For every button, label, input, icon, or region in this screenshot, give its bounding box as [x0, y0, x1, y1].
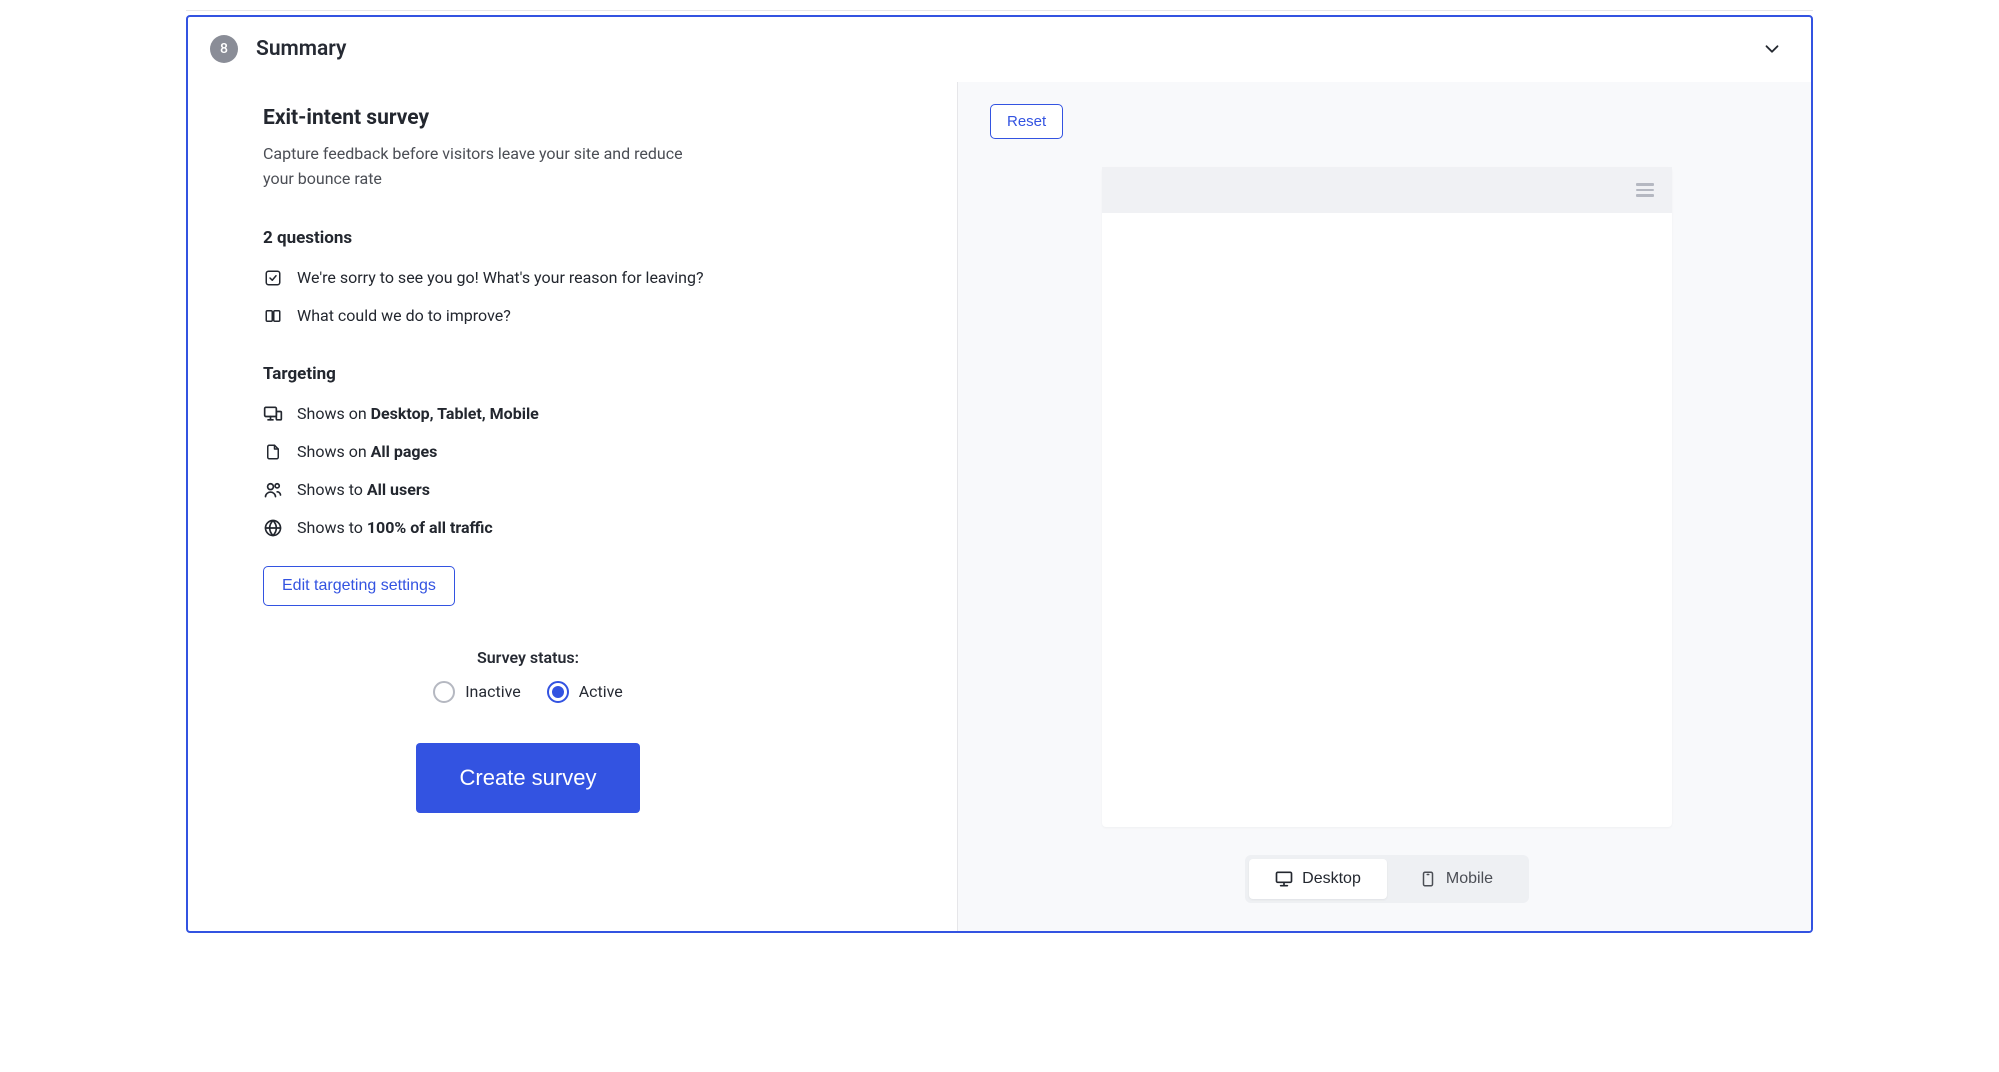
view-mobile-button[interactable]: Mobile	[1387, 859, 1525, 899]
page-icon	[263, 442, 283, 462]
radio-label: Active	[579, 682, 623, 701]
preview-card-header	[1102, 167, 1672, 213]
chevron-down-icon[interactable]	[1761, 38, 1783, 60]
targeting-heading: Targeting	[263, 364, 957, 384]
checkbox-icon	[263, 268, 283, 288]
survey-description: Capture feedback before visitors leave y…	[263, 142, 713, 192]
targeting-row-traffic: Shows to 100% of all traffic	[263, 518, 957, 538]
targeting-text: Shows on All pages	[297, 442, 437, 461]
targeting-row-users: Shows to All users	[263, 480, 957, 500]
edit-targeting-button[interactable]: Edit targeting settings	[263, 566, 455, 606]
survey-status-radio-group: Inactive Active	[263, 681, 793, 703]
survey-status-block: Survey status: Inactive Active	[263, 648, 793, 703]
users-icon	[263, 480, 283, 500]
preview-view-toggle: Desktop Mobile	[1245, 855, 1529, 903]
summary-panel-header[interactable]: 8 Summary	[188, 17, 1811, 82]
survey-status-label: Survey status:	[263, 648, 793, 667]
view-label: Desktop	[1302, 870, 1361, 888]
status-inactive-radio[interactable]: Inactive	[433, 681, 521, 703]
globe-icon	[263, 518, 283, 538]
summary-panel: 8 Summary Exit-intent survey Capture fee…	[186, 15, 1813, 933]
desktop-icon	[1274, 869, 1294, 889]
targeting-row-pages: Shows on All pages	[263, 442, 957, 462]
targeting-block: Targeting Shows on Desktop, Tablet, Mobi…	[263, 364, 957, 606]
step-number-badge: 8	[210, 35, 238, 63]
view-label: Mobile	[1446, 870, 1493, 888]
reset-button[interactable]: Reset	[990, 104, 1063, 139]
status-active-radio[interactable]: Active	[547, 681, 623, 703]
devices-icon	[263, 404, 283, 424]
hamburger-icon[interactable]	[1636, 183, 1654, 197]
targeting-text: Shows on Desktop, Tablet, Mobile	[297, 404, 539, 423]
question-row: We're sorry to see you go! What's your r…	[263, 268, 957, 288]
top-divider	[186, 10, 1813, 11]
panel-title: Summary	[256, 37, 346, 61]
radio-label: Inactive	[465, 682, 521, 701]
targeting-row-devices: Shows on Desktop, Tablet, Mobile	[263, 404, 957, 424]
question-text: What could we do to improve?	[297, 306, 511, 325]
targeting-text: Shows to All users	[297, 480, 430, 499]
summary-left-column: Exit-intent survey Capture feedback befo…	[188, 82, 958, 931]
view-desktop-button[interactable]: Desktop	[1249, 859, 1387, 899]
text-question-icon	[263, 306, 283, 326]
create-survey-button[interactable]: Create survey	[416, 743, 641, 813]
survey-title: Exit-intent survey	[263, 106, 957, 130]
create-survey-block: Create survey	[263, 743, 793, 813]
survey-preview-card	[1102, 167, 1672, 827]
mobile-icon	[1418, 869, 1438, 889]
question-row: What could we do to improve?	[263, 306, 957, 326]
questions-heading: 2 questions	[263, 228, 957, 248]
radio-icon	[547, 681, 569, 703]
targeting-text: Shows to 100% of all traffic	[297, 518, 493, 537]
radio-icon	[433, 681, 455, 703]
summary-right-column: Reset Desktop	[958, 82, 1811, 931]
question-text: We're sorry to see you go! What's your r…	[297, 268, 704, 287]
panel-body: Exit-intent survey Capture feedback befo…	[188, 82, 1811, 931]
